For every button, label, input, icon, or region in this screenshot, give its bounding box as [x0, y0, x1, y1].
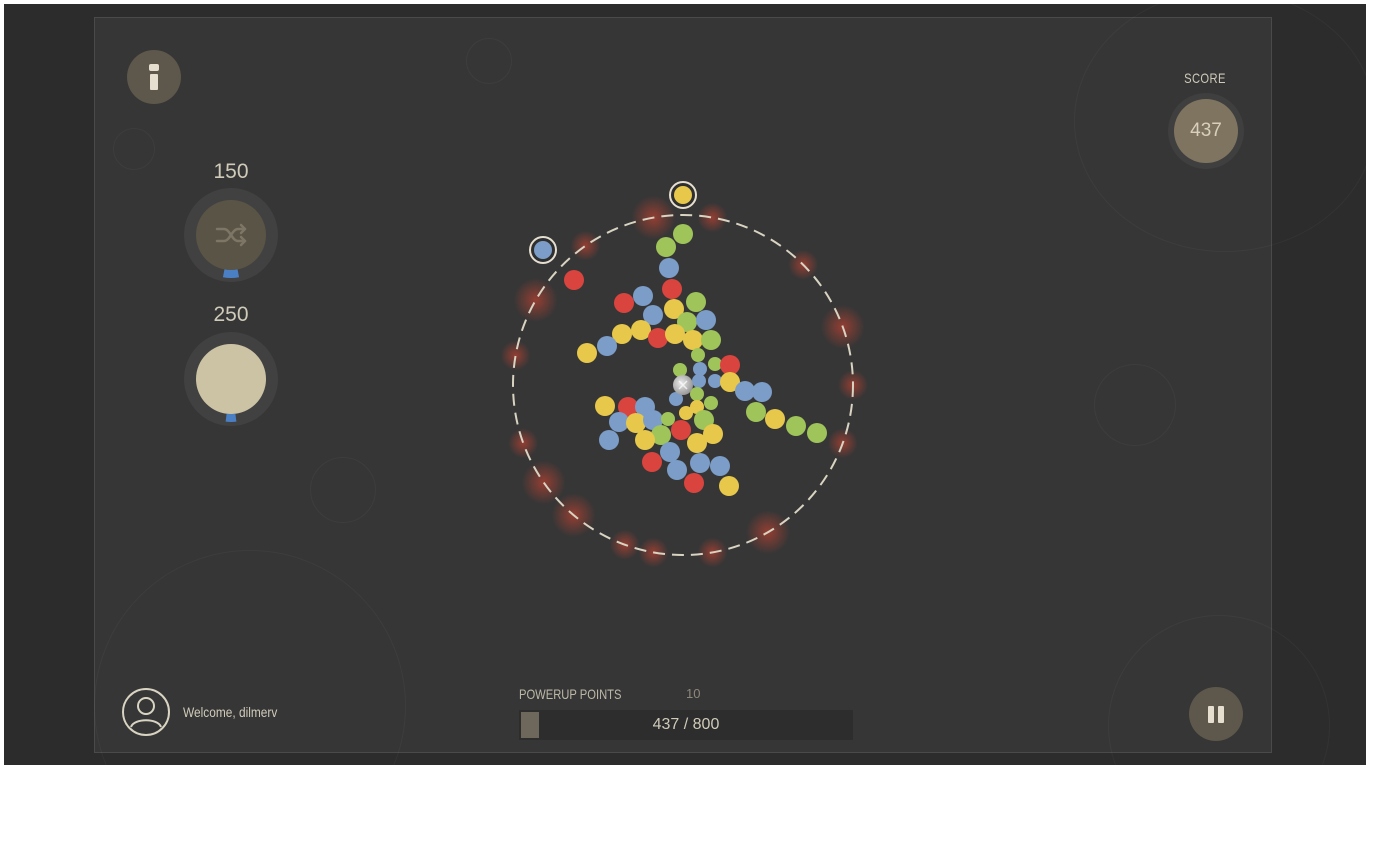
yellow-ball	[626, 413, 646, 433]
red-ball	[642, 452, 662, 472]
red-ball	[684, 473, 704, 493]
yellow-ball	[665, 324, 685, 344]
blue-ball	[633, 286, 653, 306]
blue-ball	[735, 381, 755, 401]
yellow-ball	[577, 343, 597, 363]
blue-ball	[597, 336, 617, 356]
danger-glow	[522, 461, 566, 505]
blue-launcher-ball	[534, 241, 552, 259]
blue-ball	[692, 374, 706, 388]
yellow-ball	[719, 476, 739, 496]
blue-ball	[708, 374, 722, 388]
green-ball	[661, 412, 675, 426]
ball-cluster	[564, 224, 827, 496]
green-ball	[807, 423, 827, 443]
powerup-points-label: POWERUP POINTS	[519, 686, 621, 702]
green-ball	[656, 237, 676, 257]
powerup-progress-text: 437 / 800	[519, 710, 853, 740]
yellow-ball	[679, 406, 693, 420]
blue-ball	[660, 442, 680, 462]
blue-ball	[659, 258, 679, 278]
danger-glow	[570, 231, 600, 261]
green-ball	[704, 396, 718, 410]
green-ball	[686, 292, 706, 312]
red-ball	[662, 279, 682, 299]
powerup-progress-bar: 437 / 800	[519, 710, 853, 740]
green-ball	[673, 363, 687, 377]
danger-glow	[698, 203, 728, 233]
danger-glow	[508, 428, 538, 458]
core-ball	[673, 375, 693, 395]
powerup-points-count: 10	[686, 686, 700, 701]
red-ball	[614, 293, 634, 313]
pause-button[interactable]	[1189, 687, 1243, 741]
blue-ball	[710, 456, 730, 476]
green-ball	[691, 348, 705, 362]
red-ball	[564, 270, 584, 290]
danger-glow	[514, 278, 558, 322]
pause-icon	[1208, 706, 1224, 723]
blue-ball	[693, 362, 707, 376]
user-profile-button[interactable]: Welcome, dilmerv	[121, 687, 294, 737]
danger-glow	[501, 340, 531, 370]
green-ball	[786, 416, 806, 436]
welcome-text: Welcome, dilmerv	[183, 704, 277, 720]
blue-ball	[696, 310, 716, 330]
blue-ball	[609, 412, 629, 432]
yellow-launcher-ball	[674, 186, 692, 204]
playfield[interactable]	[0, 0, 1379, 769]
yellow-ball	[631, 320, 651, 340]
user-avatar-icon	[121, 687, 171, 737]
green-ball	[708, 357, 722, 371]
blue-ball	[752, 382, 772, 402]
yellow-ball	[635, 430, 655, 450]
blue-ball	[599, 430, 619, 450]
blue-ball	[667, 460, 687, 480]
yellow-ball	[687, 433, 707, 453]
green-ball	[673, 224, 693, 244]
green-ball	[701, 330, 721, 350]
green-ball	[746, 402, 766, 422]
yellow-ball	[765, 409, 785, 429]
red-ball	[648, 328, 668, 348]
red-ball	[671, 420, 691, 440]
yellow-ball	[595, 396, 615, 416]
yellow-ball	[683, 330, 703, 350]
blue-ball	[690, 453, 710, 473]
